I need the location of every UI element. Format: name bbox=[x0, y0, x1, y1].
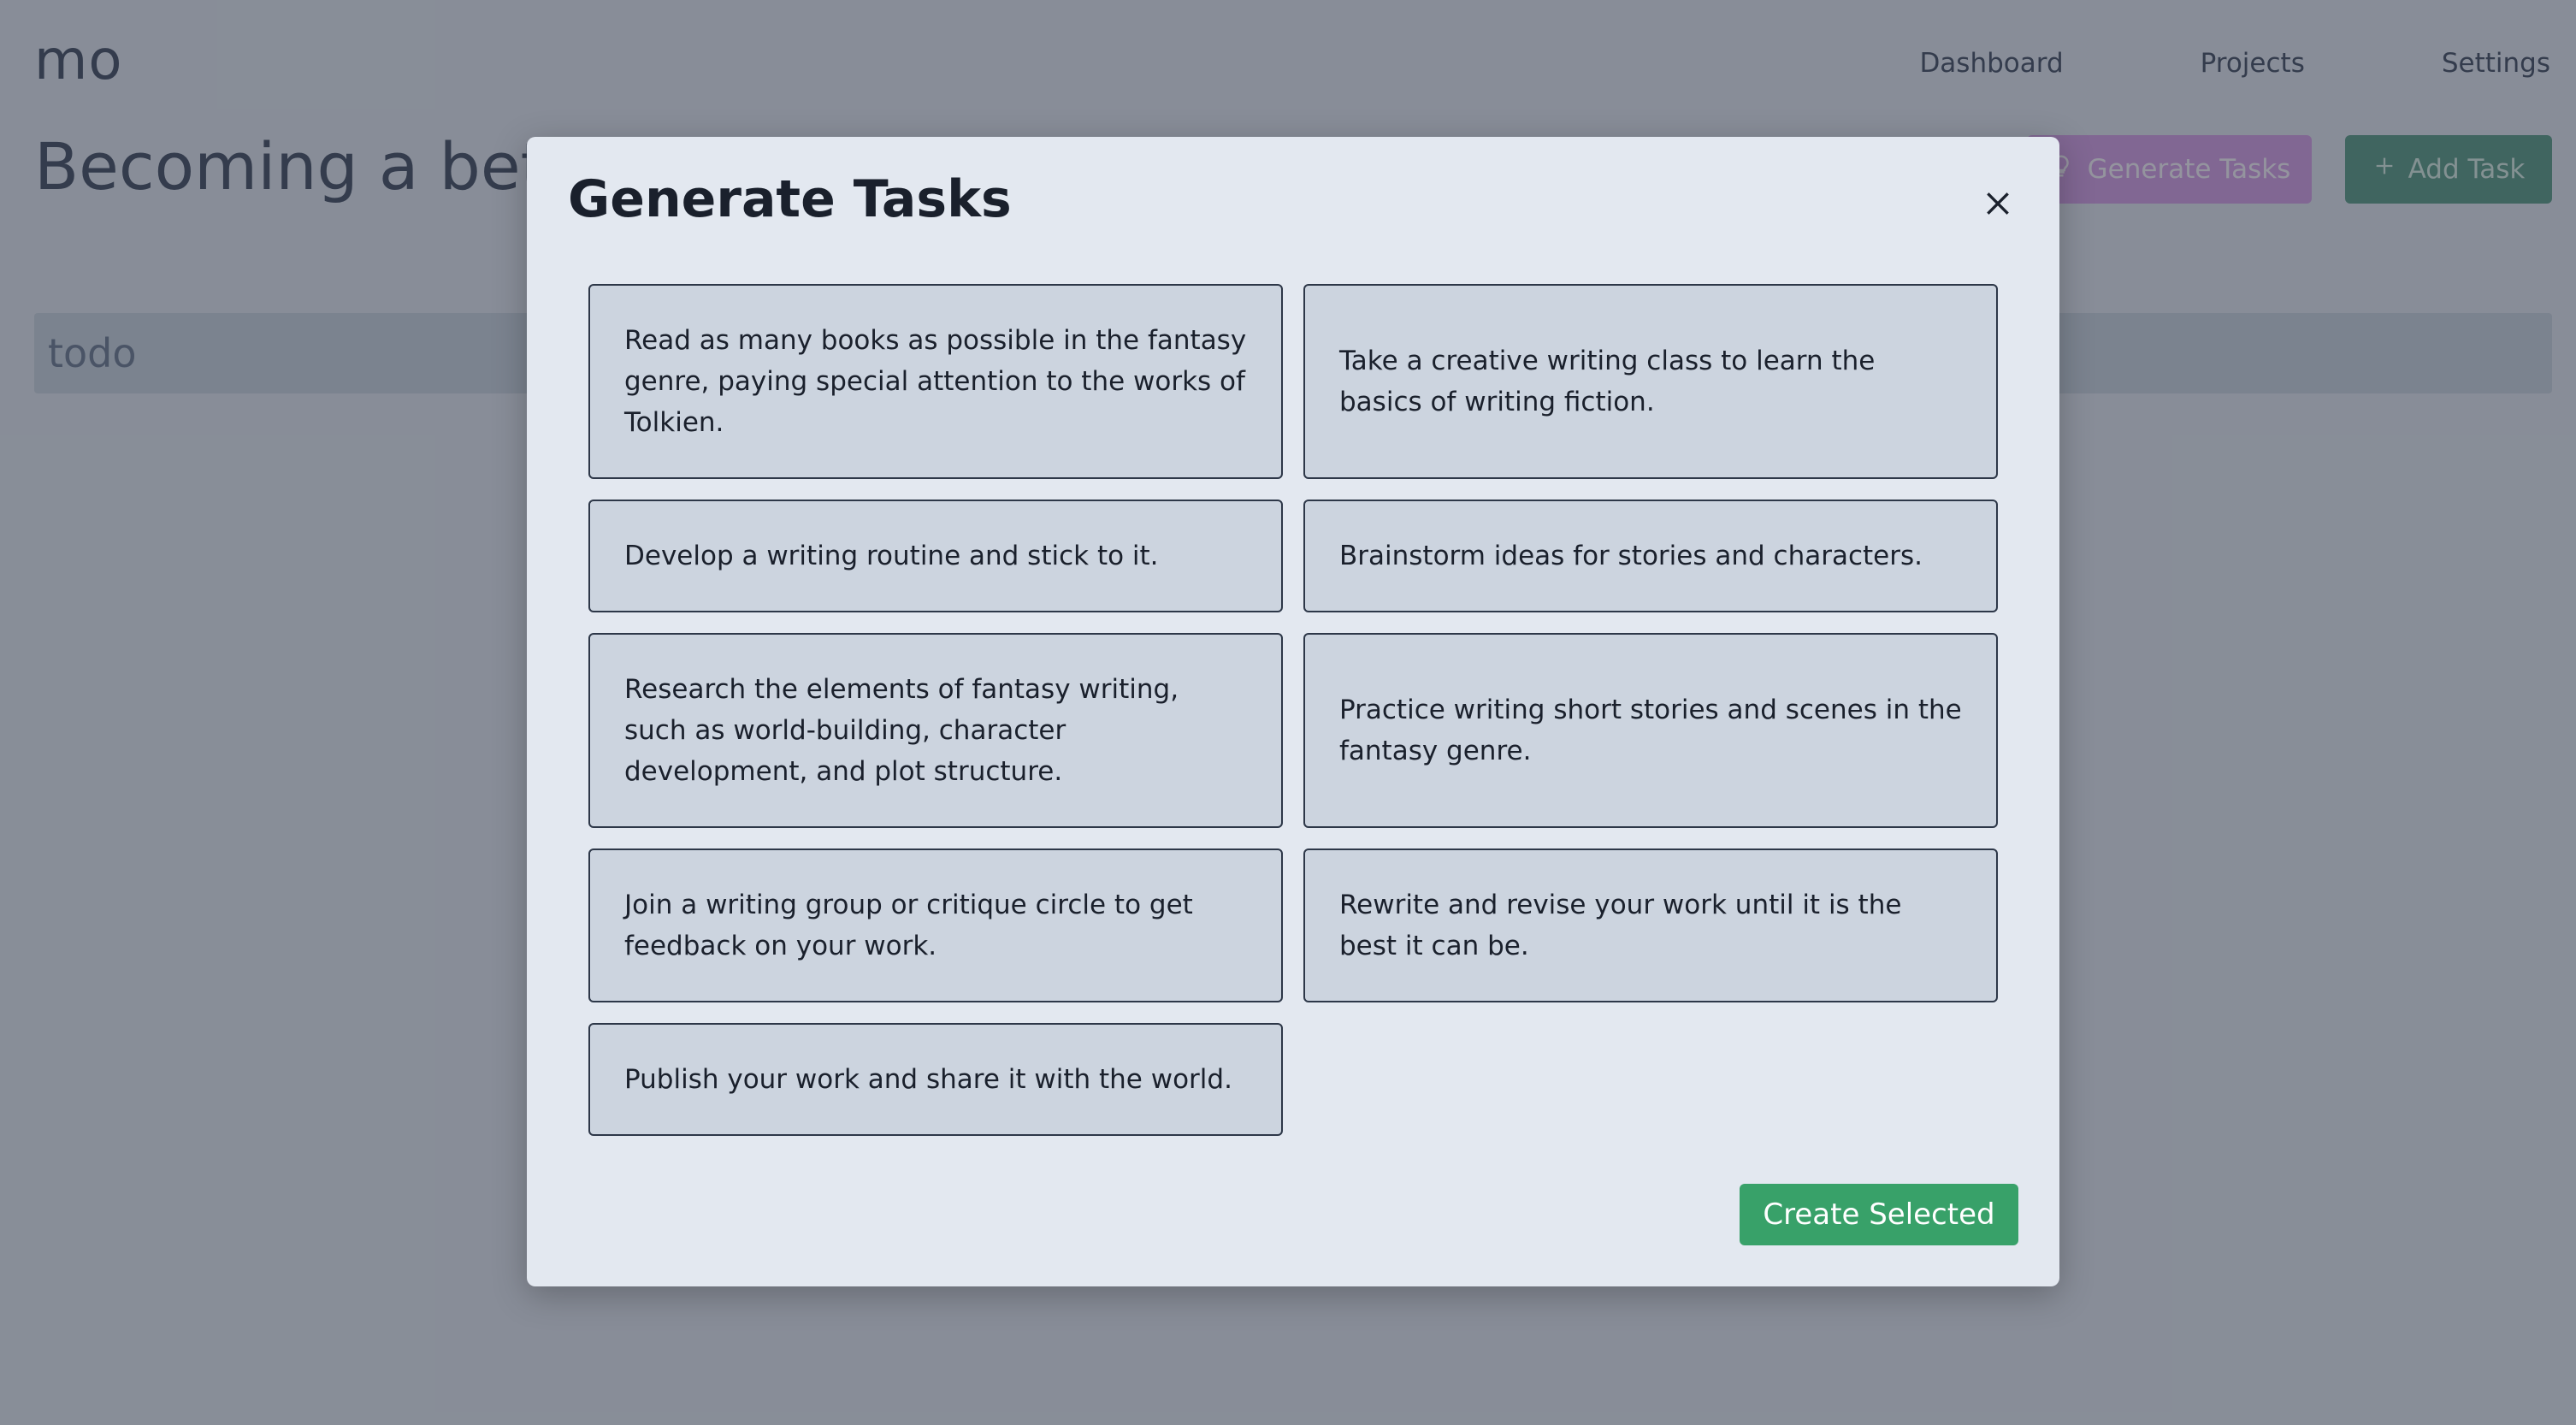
task-suggestion[interactable]: Take a creative writing class to learn t… bbox=[1303, 284, 1998, 479]
task-suggestion[interactable]: Publish your work and share it with the … bbox=[588, 1023, 1283, 1136]
task-suggestion-text: Brainstorm ideas for stories and charact… bbox=[1339, 541, 1923, 571]
close-button[interactable] bbox=[1972, 180, 2024, 231]
task-suggestion[interactable]: Read as many books as possible in the fa… bbox=[588, 284, 1283, 479]
task-suggestion[interactable]: Develop a writing routine and stick to i… bbox=[588, 500, 1283, 612]
task-suggestion[interactable]: Brainstorm ideas for stories and charact… bbox=[1303, 500, 1998, 612]
task-suggestion-grid: Read as many books as possible in the fa… bbox=[588, 284, 1998, 1136]
task-suggestion-text: Read as many books as possible in the fa… bbox=[624, 325, 1247, 438]
generate-tasks-modal: Generate Tasks Read as many books as pos… bbox=[527, 137, 2059, 1286]
task-suggestion-text: Publish your work and share it with the … bbox=[624, 1064, 1232, 1095]
task-suggestion-text: Join a writing group or critique circle … bbox=[624, 890, 1193, 961]
task-suggestion-text: Research the elements of fantasy writing… bbox=[624, 674, 1179, 787]
create-selected-button[interactable]: Create Selected bbox=[1740, 1184, 2018, 1245]
close-icon bbox=[1981, 186, 2015, 224]
task-suggestion-text: Rewrite and revise your work until it is… bbox=[1339, 890, 1902, 961]
task-suggestion[interactable]: Rewrite and revise your work until it is… bbox=[1303, 848, 1998, 1002]
task-suggestion-text: Take a creative writing class to learn t… bbox=[1339, 346, 1876, 417]
task-suggestion[interactable]: Join a writing group or critique circle … bbox=[588, 848, 1283, 1002]
task-suggestion[interactable]: Research the elements of fantasy writing… bbox=[588, 633, 1283, 828]
task-suggestion-text: Develop a writing routine and stick to i… bbox=[624, 541, 1159, 571]
modal-title: Generate Tasks bbox=[568, 169, 1012, 229]
task-suggestion-text: Practice writing short stories and scene… bbox=[1339, 695, 1962, 766]
task-suggestion[interactable]: Practice writing short stories and scene… bbox=[1303, 633, 1998, 828]
